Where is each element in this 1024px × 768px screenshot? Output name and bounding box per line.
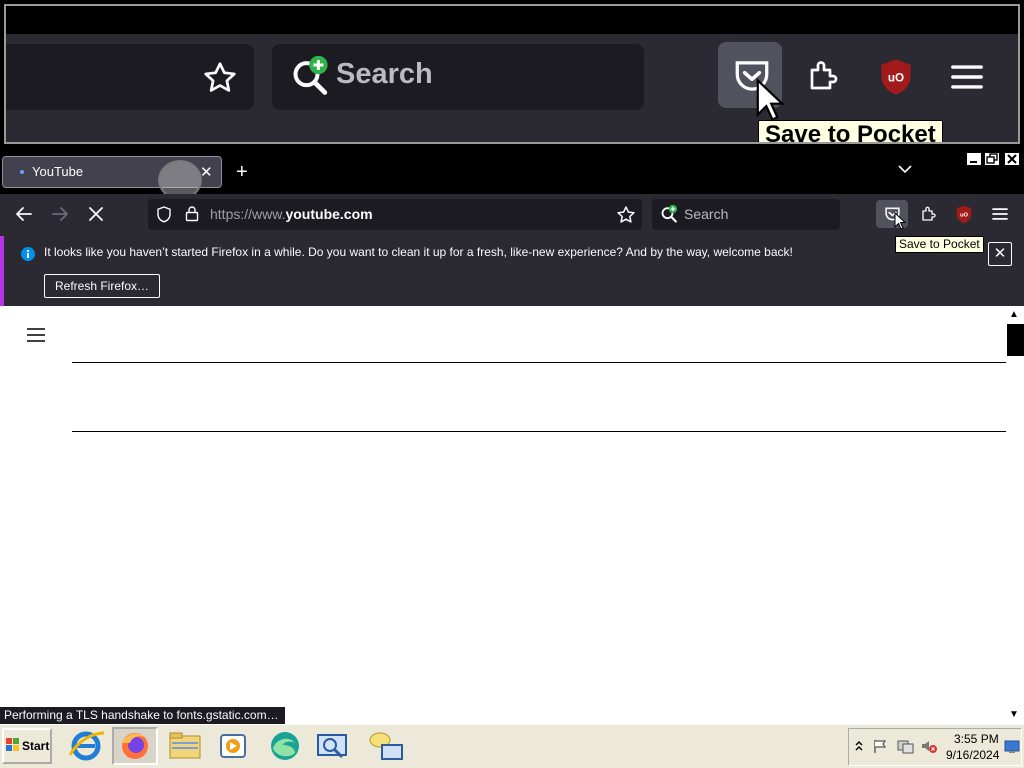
show-desktop-icon[interactable] xyxy=(1004,740,1020,754)
scroll-up-icon[interactable]: ▲ xyxy=(1009,309,1019,320)
scrollbar-thumb[interactable] xyxy=(1007,324,1024,356)
edge-icon[interactable] xyxy=(262,727,308,765)
bookmark-star-icon[interactable] xyxy=(616,205,636,225)
status-panel: Performing a TLS handshake to fonts.gsta… xyxy=(0,707,285,724)
media-player-icon[interactable] xyxy=(210,727,256,765)
extensions-icon xyxy=(806,58,842,94)
search-icon xyxy=(290,54,334,98)
tab-title: YouTube xyxy=(32,164,84,179)
vertical-scrollbar[interactable] xyxy=(1006,306,1024,724)
search-engine-icon[interactable] xyxy=(660,204,680,224)
scroll-down-icon[interactable]: ▼ xyxy=(1009,709,1019,720)
loading-indicator-icon xyxy=(20,170,24,174)
guide-menu-icon[interactable] xyxy=(26,328,46,342)
stop-button[interactable] xyxy=(88,206,104,222)
close-window-button[interactable] xyxy=(1004,152,1020,166)
restore-button[interactable] xyxy=(984,152,1000,166)
clock-date: 9/16/2024 xyxy=(946,748,1000,762)
action-center-flag-icon[interactable] xyxy=(872,738,888,754)
star-icon xyxy=(202,60,238,96)
menu-icon xyxy=(950,62,984,92)
volume-muted-icon[interactable] xyxy=(920,738,938,754)
network-status-icon[interactable] xyxy=(897,738,915,754)
svg-text:uO: uO xyxy=(960,213,969,219)
network-icon[interactable] xyxy=(312,727,358,765)
show-hidden-icons-icon[interactable] xyxy=(855,740,863,752)
divider xyxy=(72,362,1007,363)
search-placeholder: Search xyxy=(684,206,729,222)
magnifier-search-label: Search xyxy=(336,58,433,90)
clock-time: 3:55 PM xyxy=(954,732,999,746)
close-notification-button[interactable]: ✕ xyxy=(988,242,1012,266)
minimize-button[interactable] xyxy=(966,152,982,166)
divider xyxy=(72,431,1007,432)
firefox-icon[interactable] xyxy=(112,727,158,765)
messenger-icon[interactable] xyxy=(362,727,408,765)
magnifier-tab-strip xyxy=(6,6,1018,34)
magnifier-view: Search uO Save to Pocket xyxy=(4,4,1020,144)
cursor-icon xyxy=(894,212,906,230)
forward-button[interactable] xyxy=(50,205,70,223)
ublock-icon: uO xyxy=(878,58,914,96)
info-icon xyxy=(20,246,36,262)
ie-icon[interactable] xyxy=(64,727,110,765)
lock-icon[interactable] xyxy=(184,205,200,222)
search-bar[interactable] xyxy=(652,199,840,230)
page-content xyxy=(0,306,1024,724)
magnifier-tooltip: Save to Pocket xyxy=(758,120,943,142)
magnifier-overlay: Search uO Save to Pocket xyxy=(0,0,1024,148)
svg-text:uO: uO xyxy=(888,71,904,84)
url-prefix: https://www. xyxy=(210,206,286,222)
explorer-icon[interactable] xyxy=(162,727,208,765)
save-to-pocket-tooltip: Save to Pocket xyxy=(895,236,984,253)
back-button[interactable] xyxy=(14,205,34,223)
cursor-icon xyxy=(754,78,786,122)
menu-icon[interactable] xyxy=(991,207,1009,221)
refresh-firefox-button[interactable]: Refresh Firefox… xyxy=(44,274,160,298)
url-text[interactable]: https://www.youtube.com xyxy=(210,206,373,222)
url-domain: youtube.com xyxy=(285,206,373,222)
list-all-tabs-button[interactable] xyxy=(897,164,913,174)
extensions-icon[interactable] xyxy=(920,205,938,223)
notification-message: It looks like you haven’t started Firefo… xyxy=(44,245,793,259)
tracking-protection-icon[interactable] xyxy=(156,206,172,223)
ublock-icon[interactable]: uO xyxy=(955,205,973,224)
windows-flag-icon xyxy=(6,738,20,752)
new-tab-button[interactable]: + xyxy=(236,161,248,184)
